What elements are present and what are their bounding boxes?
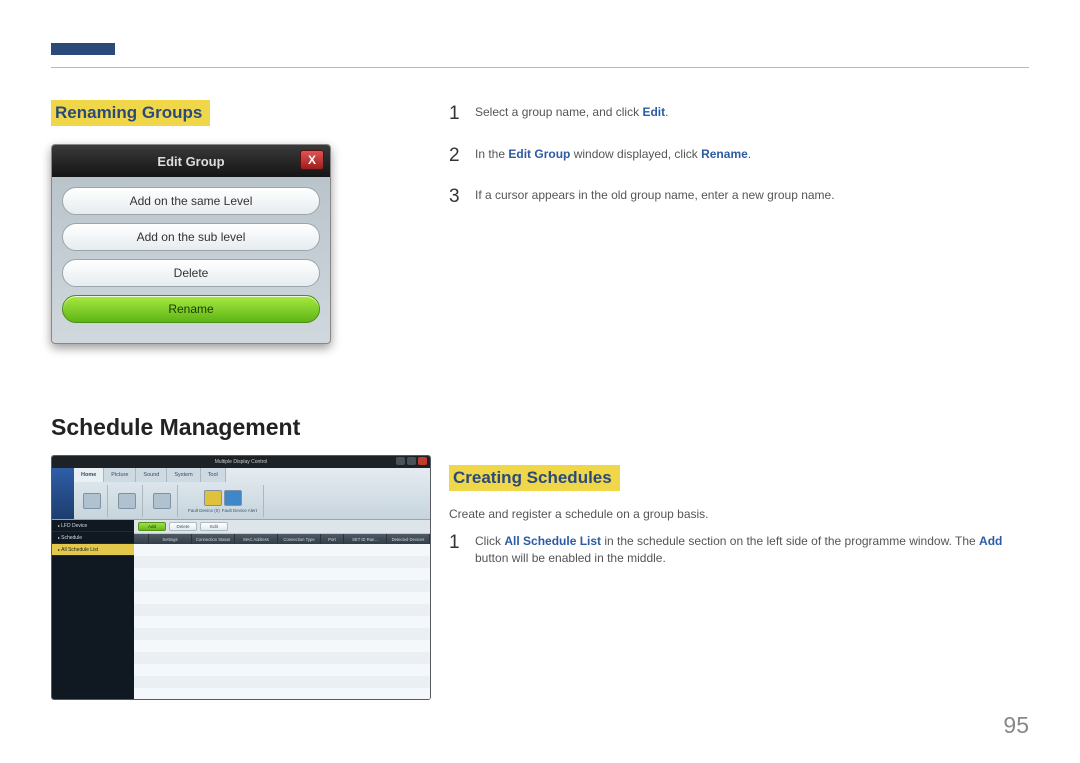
ribbon-icon[interactable] (153, 493, 171, 509)
step-number: 1 (449, 100, 463, 128)
sidebar-item-lfd[interactable]: LFD Device (52, 520, 134, 532)
step-text: If a cursor appears in the old group nam… (475, 183, 835, 211)
add-button[interactable]: Add (138, 522, 166, 531)
header-rule (51, 67, 1029, 68)
step-number: 2 (449, 142, 463, 170)
dialog-body: Add on the same Level Add on the sub lev… (52, 177, 330, 333)
add-sub-level-button[interactable]: Add on the sub level (62, 223, 320, 251)
heading-creating-schedules: Creating Schedules (449, 465, 620, 491)
close-button[interactable]: X (300, 150, 324, 170)
step-text: In the Edit Group window displayed, clic… (475, 142, 751, 170)
step-3: 3 If a cursor appears in the old group n… (449, 183, 1029, 211)
grid-header: Settings Connection Status MAC Address C… (134, 534, 430, 544)
step-1-creating: 1 Click All Schedule List in the schedul… (449, 529, 1029, 568)
window-title: Multiple Display Control (215, 459, 268, 465)
mdc-window: Multiple Display Control Home Picture So… (51, 455, 431, 700)
grid-col-conn-type: Connection Type (278, 534, 321, 544)
grid-col-settings: Settings (149, 534, 192, 544)
sidebar-item-all-schedule[interactable]: All Schedule List (52, 544, 134, 556)
spacer (449, 225, 1029, 465)
ribbon-group-fault: Fault Device (0) Fault Device Alert (182, 485, 264, 517)
step-number: 3 (449, 183, 463, 211)
step-text: Click All Schedule List in the schedule … (475, 529, 1029, 568)
keyword-all-schedule-list: All Schedule List (504, 534, 601, 548)
edit-group-dialog: Edit Group X Add on the same Level Add o… (51, 144, 331, 344)
ribbon-group-1 (77, 485, 108, 517)
fault-device-label: Fault Device (0) (188, 508, 220, 513)
intro-text: Create and register a schedule on a grou… (449, 507, 1029, 521)
ribbon: Home Picture Sound System Tool Fault Dev… (52, 468, 430, 520)
grid-col-conn-status: Connection Status (192, 534, 235, 544)
main-area: Add Delete Edit Settings Connection Stat… (134, 520, 430, 699)
fault-alert-label: Fault Device Alert (222, 508, 257, 513)
tab-sound[interactable]: Sound (136, 468, 167, 482)
ribbon-icon[interactable] (118, 493, 136, 509)
maximize-icon[interactable] (407, 457, 416, 465)
rename-button[interactable]: Rename (62, 295, 320, 323)
keyword-rename: Rename (701, 147, 748, 161)
tab-system[interactable]: System (167, 468, 200, 482)
grid-col-detected: Detected Devices (387, 534, 430, 544)
grid-col-mac: MAC Address (235, 534, 278, 544)
steps-renaming: 1 Select a group name, and click Edit. 2… (449, 100, 1029, 211)
keyword-add: Add (979, 534, 1002, 548)
dialog-title: Edit Group (157, 154, 224, 169)
window-controls (396, 457, 427, 465)
minimize-icon[interactable] (396, 457, 405, 465)
delete-button[interactable]: Delete (62, 259, 320, 287)
delete-list-button[interactable]: Delete (169, 522, 197, 531)
ribbon-tabs: Home Picture Sound System Tool (74, 468, 226, 482)
steps-creating: 1 Click All Schedule List in the schedul… (449, 529, 1029, 568)
heading-schedule-management: Schedule Management (51, 414, 431, 441)
grid-col-check (134, 534, 149, 544)
ribbon-corner (52, 468, 74, 519)
dialog-titlebar: Edit Group X (52, 145, 330, 177)
edit-list-button[interactable]: Edit (200, 522, 228, 531)
tab-tool[interactable]: Tool (201, 468, 226, 482)
fault-device-icon[interactable] (204, 490, 222, 506)
sidebar: LFD Device Schedule All Schedule List (52, 520, 134, 699)
add-same-level-button[interactable]: Add on the same Level (62, 187, 320, 215)
tab-picture[interactable]: Picture (104, 468, 136, 482)
tab-home[interactable]: Home (74, 468, 104, 482)
toolbar: Add Delete Edit (134, 520, 430, 534)
ribbon-content: Fault Device (0) Fault Device Alert (74, 482, 430, 520)
page-number: 95 (1003, 712, 1029, 739)
ribbon-icon[interactable] (83, 493, 101, 509)
accent-bar (51, 43, 115, 55)
ribbon-group-2 (112, 485, 143, 517)
sidebar-item-schedule[interactable]: Schedule (52, 532, 134, 544)
grid-col-port: Port (321, 534, 344, 544)
window-titlebar: Multiple Display Control (52, 456, 430, 468)
app-body: LFD Device Schedule All Schedule List Ad… (52, 520, 430, 699)
grid-col-setid: SET ID Ran... (344, 534, 387, 544)
step-number: 1 (449, 529, 463, 568)
heading-renaming-groups: Renaming Groups (51, 100, 210, 126)
ribbon-group-3 (147, 485, 178, 517)
keyword-edit: Edit (642, 105, 665, 119)
grid-body (134, 544, 430, 699)
step-text: Select a group name, and click Edit. (475, 100, 668, 128)
step-1: 1 Select a group name, and click Edit. (449, 100, 1029, 128)
fault-alert-icon[interactable] (224, 490, 242, 506)
step-2: 2 In the Edit Group window displayed, cl… (449, 142, 1029, 170)
close-icon[interactable] (418, 457, 427, 465)
keyword-edit-group: Edit Group (508, 147, 570, 161)
close-icon: X (308, 153, 316, 167)
